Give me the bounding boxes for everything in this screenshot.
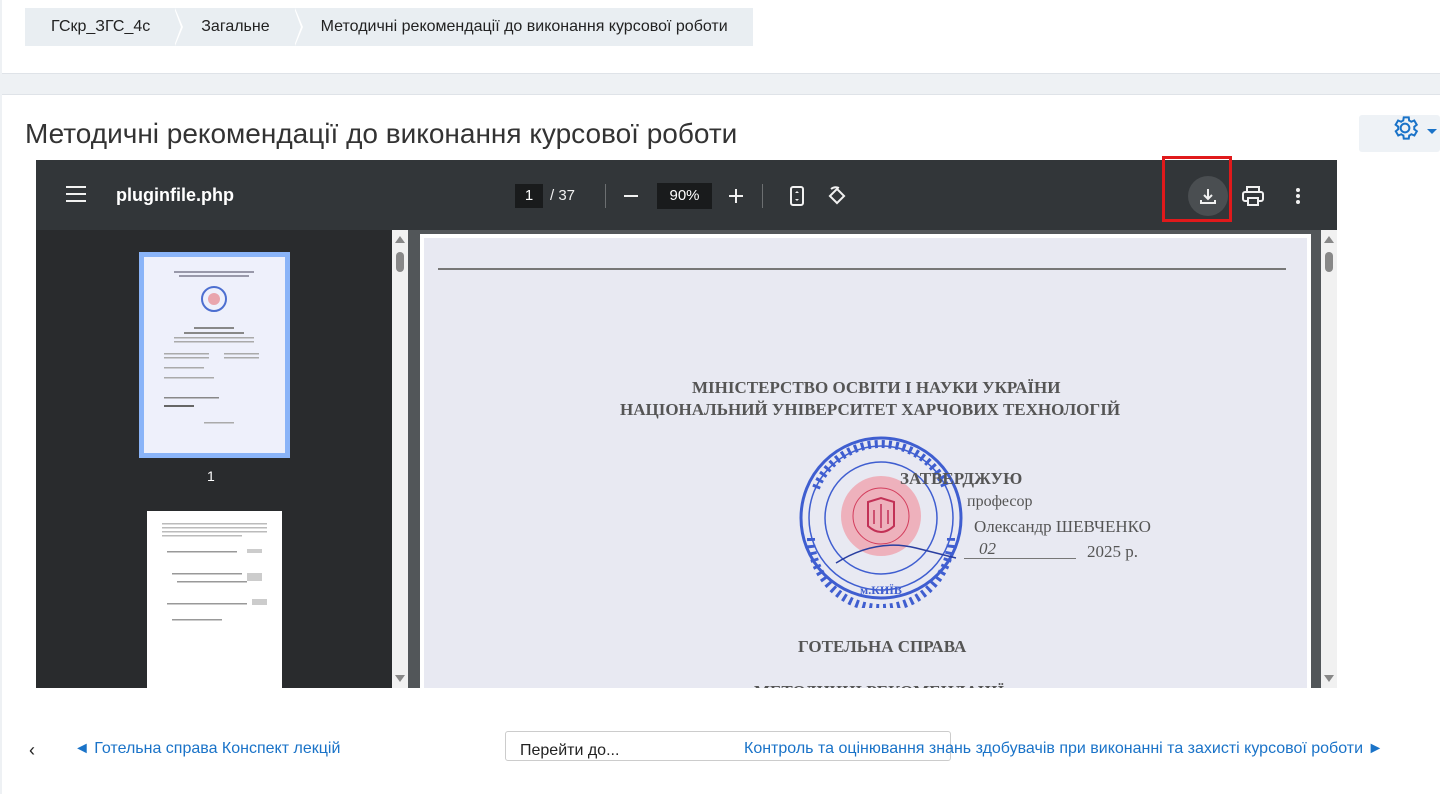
scroll-up-icon[interactable]	[395, 236, 405, 243]
page-total: / 37	[550, 187, 576, 204]
thumbnail-preview	[144, 257, 285, 453]
document-area: МІНІСТЕРСТВО ОСВІТИ І НАУКИ УКРАЇНИ НАЦІ…	[408, 230, 1321, 688]
pdf-viewer: pluginfile.php 1 / 37 90% 1 МІНІСТЕРСТВО…	[36, 160, 1337, 688]
download-highlight	[1162, 156, 1232, 222]
approve-year: 2025 р.	[1087, 542, 1138, 561]
approve-label: ЗАТВЕРДЖУЮ	[900, 469, 1023, 488]
approver-position: професор	[967, 493, 1033, 510]
breadcrumb-item-course[interactable]: ГСкр_ЗГС_4с	[25, 8, 184, 46]
breadcrumb-label[interactable]: ГСкр_ЗГС_4с	[51, 18, 150, 35]
zoom-out-button[interactable]	[615, 180, 647, 212]
thumbnail-content	[164, 271, 259, 424]
pdf-toolbar: pluginfile.php 1 / 37 90%	[36, 160, 1337, 230]
gear-icon	[1394, 116, 1419, 140]
plus-icon	[729, 189, 743, 203]
thumbnail-sidebar: 1	[36, 230, 392, 688]
zoom-in-button[interactable]	[720, 180, 752, 212]
document-type: МЕТОДИЧНІ РЕКОМЕНДАЦІЇ	[754, 682, 1004, 688]
fit-page-icon	[790, 186, 804, 206]
menu-icon[interactable]	[66, 186, 86, 204]
breadcrumb-label: Методичні рекомендації до виконання курс…	[320, 18, 728, 35]
more-options-button[interactable]	[1282, 180, 1314, 212]
rotate-button[interactable]	[821, 180, 853, 212]
page-number-input[interactable]: 1	[515, 184, 543, 208]
thumbnail-scrollbar[interactable]	[392, 230, 408, 688]
thumbnail-page-number: 1	[207, 468, 215, 484]
breadcrumb-label[interactable]: Загальне	[201, 18, 269, 35]
page-rule	[438, 268, 1286, 270]
zoom-input[interactable]: 90%	[657, 183, 712, 209]
more-vert-icon	[1296, 188, 1300, 204]
jump-to-label: Перейти до...	[520, 742, 620, 759]
official-seal: м.КИЇВ	[799, 436, 963, 608]
toolbar-divider	[762, 184, 763, 208]
thumbnail-page-1[interactable]	[139, 252, 290, 458]
subject-title: ГОТЕЛЬНА СПРАВА	[798, 637, 967, 656]
page-title: Методичні рекомендації до виконання курс…	[25, 118, 738, 149]
chevron-down-icon	[1427, 129, 1437, 134]
seal-city: м.КИЇВ	[860, 583, 902, 597]
breadcrumb-item-current: Методичні рекомендації до виконання курс…	[294, 8, 753, 46]
thumbnail-content	[162, 523, 267, 621]
scroll-thumb[interactable]	[1325, 252, 1333, 272]
date-underline	[964, 558, 1076, 559]
scroll-up-icon[interactable]	[1324, 236, 1334, 243]
document-scrollbar[interactable]	[1321, 230, 1337, 688]
print-button[interactable]	[1237, 180, 1269, 212]
toolbar-divider	[605, 184, 606, 208]
document-page: МІНІСТЕРСТВО ОСВІТИ І НАУКИ УКРАЇНИ НАЦІ…	[420, 234, 1311, 688]
prev-activity-link[interactable]: ◄ Готельна справа Конспект лекцій	[74, 740, 340, 758]
scroll-thumb[interactable]	[396, 252, 404, 272]
fit-page-button[interactable]	[781, 180, 813, 212]
minus-icon	[624, 195, 638, 197]
print-icon	[1242, 186, 1264, 206]
breadcrumb: ГСкр_ЗГС_4с Загальне Методичні рекоменда…	[25, 8, 753, 46]
rotate-icon	[828, 186, 846, 205]
ministry-line-1: МІНІСТЕРСТВО ОСВІТИ І НАУКИ УКРАЇНИ	[692, 378, 1061, 397]
pdf-filename: pluginfile.php	[116, 185, 234, 205]
next-activity-link[interactable]: Контроль та оцінювання знань здобувачів …	[744, 740, 1383, 758]
back-chevron-icon[interactable]: ‹	[29, 740, 35, 761]
breadcrumb-item-general[interactable]: Загальне	[175, 8, 303, 46]
activity-navigation: ‹ ◄ Готельна справа Конспект лекцій Пере…	[0, 728, 1440, 761]
scroll-down-icon[interactable]	[1324, 675, 1334, 682]
approve-date-month: 02	[979, 539, 996, 558]
thumbnail-page-2[interactable]	[147, 511, 282, 688]
scroll-down-icon[interactable]	[395, 675, 405, 682]
settings-menu-button[interactable]	[1359, 115, 1440, 152]
approver-name: Олександр ШЕВЧЕНКО	[974, 517, 1151, 536]
ministry-line-2: НАЦІОНАЛЬНИЙ УНІВЕРСИТЕТ ХАРЧОВИХ ТЕХНОЛ…	[620, 400, 1121, 419]
